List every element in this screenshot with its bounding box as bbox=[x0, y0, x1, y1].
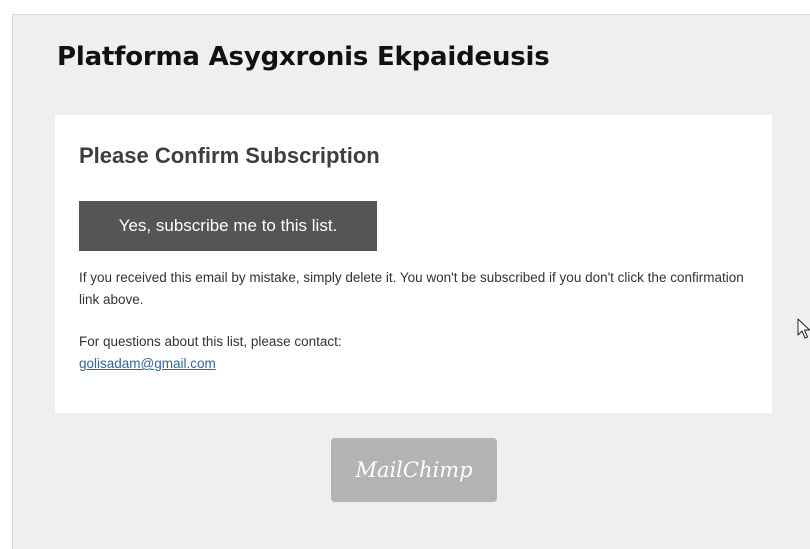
mailchimp-logo: MailChimp bbox=[355, 458, 473, 482]
mailchimp-badge[interactable]: MailChimp bbox=[331, 438, 497, 502]
contact-email-link[interactable]: golisadam@gmail.com bbox=[79, 356, 216, 371]
mouse-pointer-icon bbox=[797, 318, 810, 339]
email-viewport: Platforma Asygxronis Ekpaideusis Please … bbox=[12, 14, 810, 549]
confirm-subscription-button[interactable]: Yes, subscribe me to this list. bbox=[79, 201, 377, 251]
confirmation-card: Please Confirm Subscription Yes, subscri… bbox=[55, 115, 772, 413]
card-heading: Please Confirm Subscription bbox=[79, 143, 380, 168]
mistake-notice-text: If you received this email by mistake, s… bbox=[79, 270, 744, 307]
contact-prefix-text: For questions about this list, please co… bbox=[79, 334, 342, 349]
contact-paragraph: For questions about this list, please co… bbox=[79, 331, 759, 375]
page-title: Platforma Asygxronis Ekpaideusis bbox=[57, 42, 550, 72]
